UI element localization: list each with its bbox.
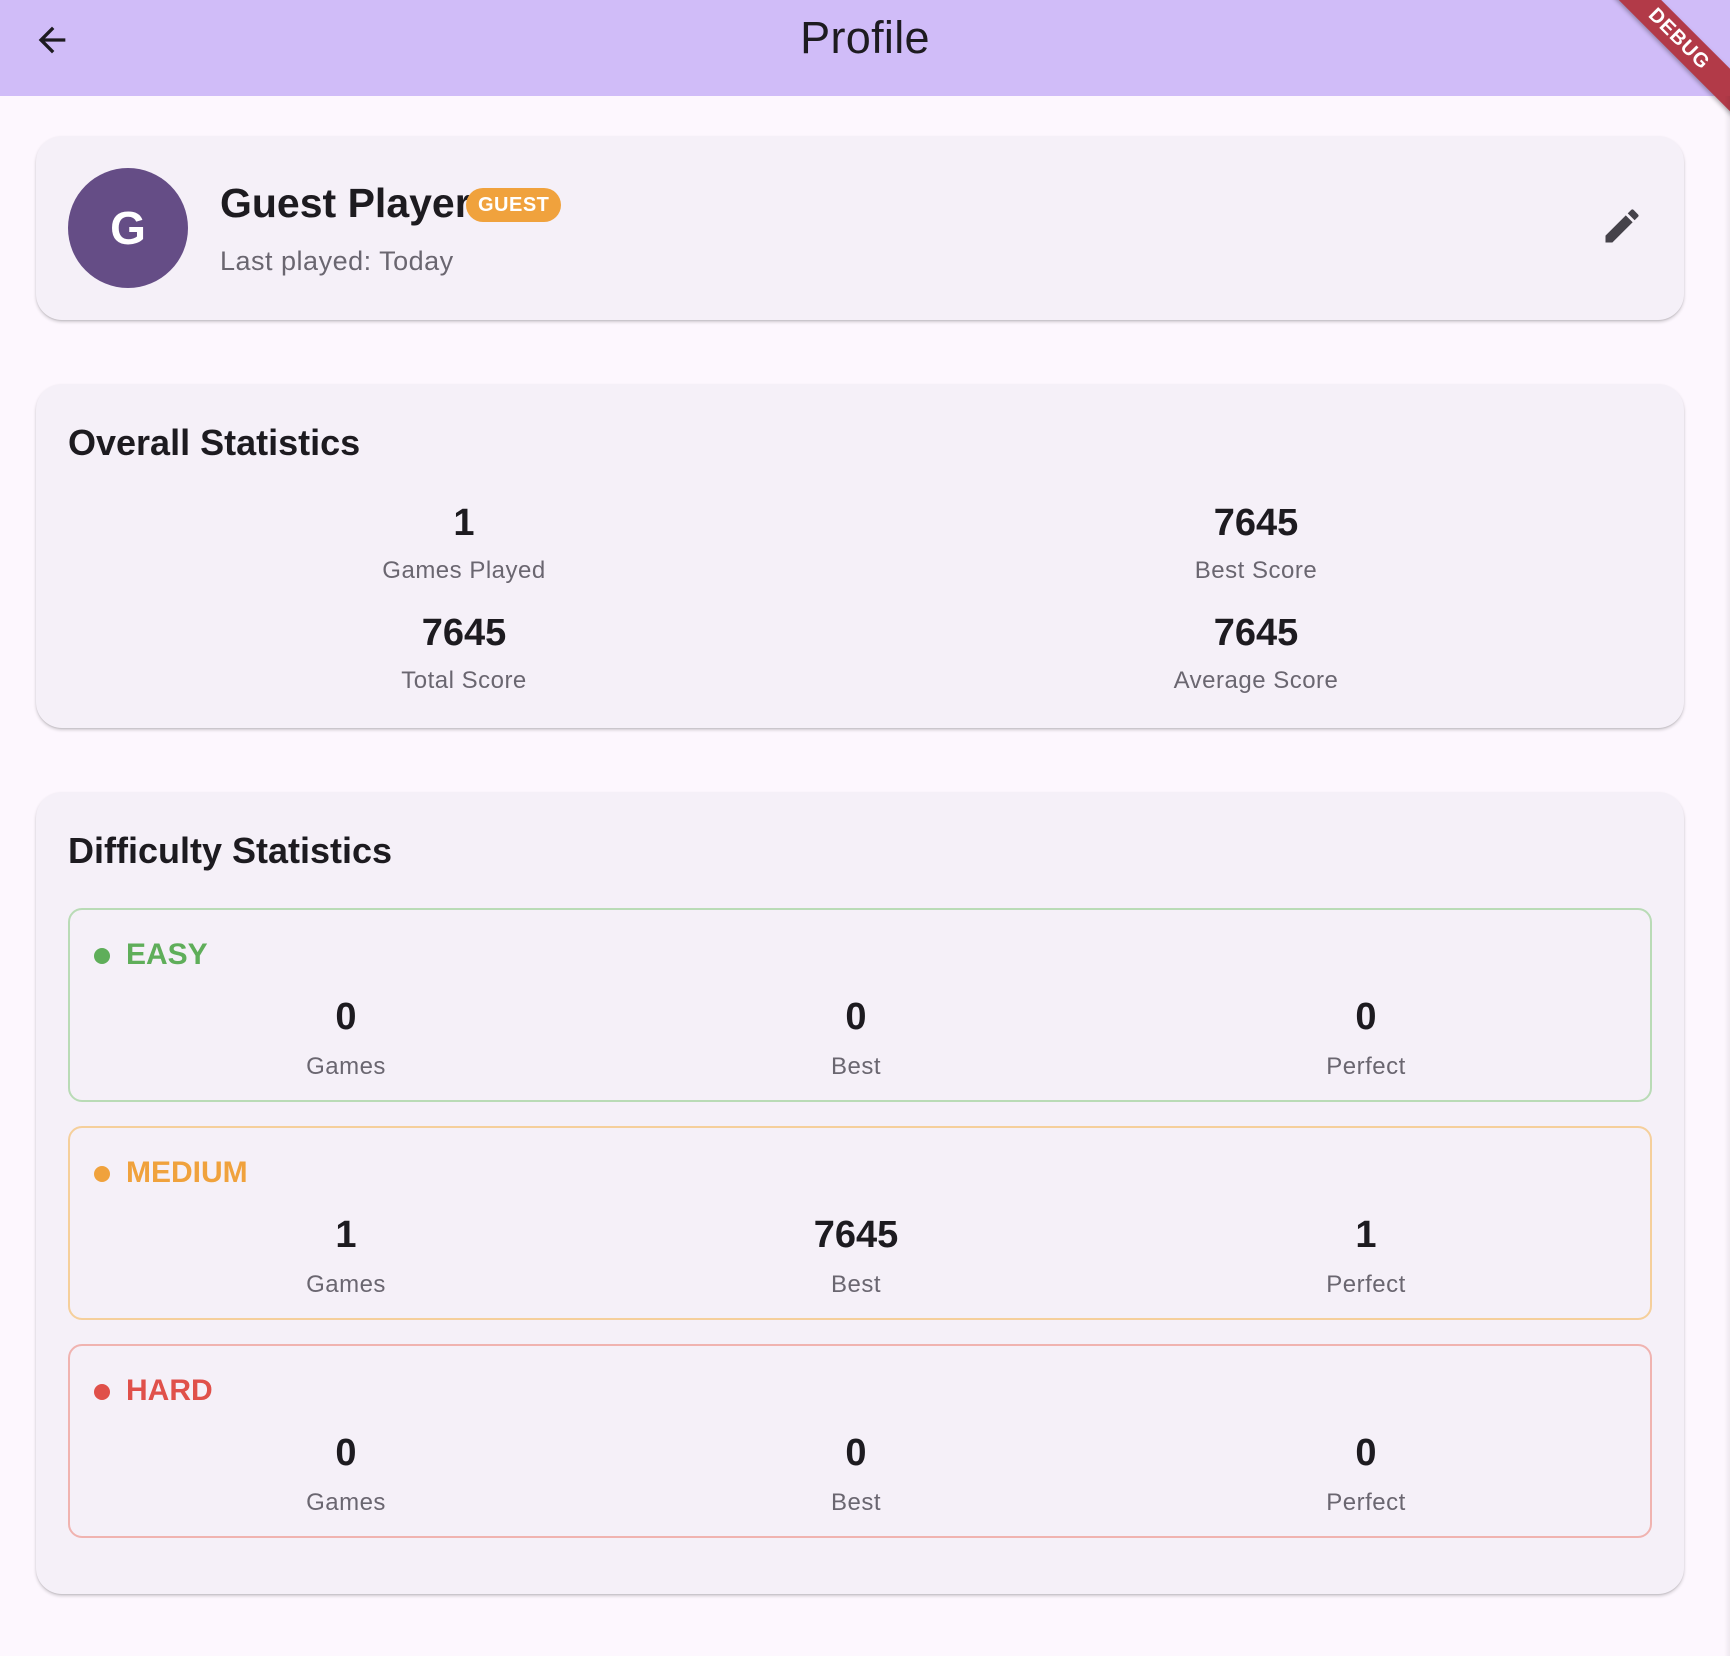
difficulty-name: HARD <box>126 1374 213 1407</box>
last-played-text: Last played: Today <box>220 246 454 276</box>
hard-games-stat: 0 Games <box>196 1432 496 1517</box>
difficulty-name: MEDIUM <box>126 1156 248 1189</box>
stat-label: Games Played <box>382 557 546 584</box>
stat-label: Best <box>830 1053 882 1080</box>
medium-perfect-stat: 1 Perfect <box>1216 1214 1516 1299</box>
stat-value: 0 <box>335 996 357 1038</box>
stat-label: Perfect <box>1326 1489 1406 1516</box>
medium-status-dot <box>94 1166 110 1182</box>
hard-best-stat: 0 Best <box>706 1432 1006 1517</box>
profile-card: G Guest Player GUEST Last played: Today <box>36 136 1684 320</box>
stat-value: 1 <box>335 1214 357 1256</box>
medium-games-stat: 1 Games <box>196 1214 496 1299</box>
stat-label: Perfect <box>1326 1053 1406 1080</box>
stat-value: 7645 <box>421 612 507 654</box>
stat-games-played: 1 Games Played <box>264 502 664 585</box>
edit-profile-button[interactable] <box>1596 202 1648 254</box>
stat-total-score: 7645 Total Score <box>264 612 664 695</box>
stat-label: Games <box>306 1489 386 1516</box>
stat-best-score: 7645 Best Score <box>1056 502 1456 585</box>
easy-games-stat: 0 Games <box>196 996 496 1081</box>
stat-label: Best <box>830 1271 882 1298</box>
stat-label: Total Score <box>401 667 527 694</box>
hard-status-dot <box>94 1384 110 1400</box>
difficulty-statistics-title: Difficulty Statistics <box>68 830 393 871</box>
page-title: Profile <box>800 12 930 63</box>
stat-value: 0 <box>845 1432 867 1474</box>
player-name: Guest Player <box>220 180 471 226</box>
easy-best-stat: 0 Best <box>706 996 1006 1081</box>
stat-label: Average Score <box>1173 667 1339 694</box>
easy-perfect-stat: 0 Perfect <box>1216 996 1516 1081</box>
stat-value: 0 <box>1355 1432 1377 1474</box>
stat-label: Games <box>306 1053 386 1080</box>
avatar: G <box>68 168 188 288</box>
overall-statistics-card: Overall Statistics 1 Games Played 7645 B… <box>36 384 1684 728</box>
stat-value: 1 <box>453 502 475 544</box>
difficulty-medium: MEDIUM 1 Games 7645 Best 1 Perfect <box>68 1126 1652 1320</box>
overall-statistics-title: Overall Statistics <box>68 422 361 463</box>
stat-value: 7645 <box>1213 502 1299 544</box>
difficulty-statistics-card: Difficulty Statistics EASY 0 Games 0 Bes… <box>36 792 1684 1594</box>
difficulty-hard: HARD 0 Games 0 Best 0 Perfect <box>68 1344 1652 1538</box>
stat-label: Perfect <box>1326 1271 1406 1298</box>
stat-label: Best Score <box>1194 557 1318 584</box>
stat-value: 0 <box>335 1432 357 1474</box>
stat-value: 1 <box>1355 1214 1377 1256</box>
stat-value: 0 <box>845 996 867 1038</box>
stat-value: 7645 <box>813 1214 899 1256</box>
window-edge <box>1724 96 1730 1656</box>
profile-screen: Profile DEBUG G Guest Player GUEST Last … <box>0 0 1730 1656</box>
medium-best-stat: 7645 Best <box>706 1214 1006 1299</box>
stat-value: 7645 <box>1213 612 1299 654</box>
stat-label: Best <box>830 1489 882 1516</box>
app-bar: Profile DEBUG <box>0 0 1730 117</box>
pencil-icon <box>1600 204 1644 253</box>
difficulty-name: EASY <box>126 938 208 971</box>
stat-average-score: 7645 Average Score <box>1056 612 1456 695</box>
easy-status-dot <box>94 948 110 964</box>
guest-badge: GUEST <box>466 188 562 222</box>
difficulty-easy: EASY 0 Games 0 Best 0 Perfect <box>68 908 1652 1102</box>
hard-perfect-stat: 0 Perfect <box>1216 1432 1516 1517</box>
stat-label: Games <box>306 1271 386 1298</box>
stat-value: 0 <box>1355 996 1377 1038</box>
